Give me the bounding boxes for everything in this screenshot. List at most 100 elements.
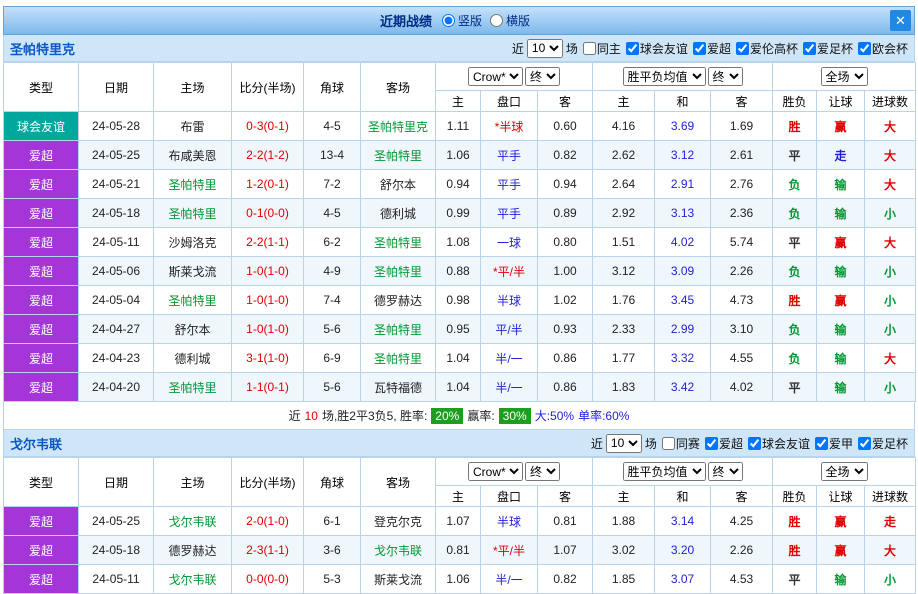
horizontal-radio[interactable]: [490, 14, 503, 27]
league-checkbox[interactable]: [803, 42, 816, 55]
toggle-checkbox[interactable]: [583, 42, 596, 55]
league-filter[interactable]: 球会友谊: [746, 435, 810, 452]
horizontal-layout-option[interactable]: 横版: [490, 12, 530, 29]
euro-away-odds-cell: 3.10: [711, 315, 773, 344]
close-icon[interactable]: ✕: [890, 10, 911, 31]
euro-draw-odds-cell: 3.42: [655, 373, 711, 402]
team-bar: 戈尔韦联近10场同赛爱超球会友谊爱甲爱足杯: [3, 430, 915, 457]
asian-away-odds-cell: 0.80: [538, 228, 593, 257]
cover-rate-badge: 30%: [499, 408, 531, 424]
vertical-layout-option[interactable]: 竖版: [442, 12, 482, 29]
league-filter[interactable]: 爱超: [703, 435, 743, 452]
league-checkbox[interactable]: [626, 42, 639, 55]
scope-select[interactable]: 全场: [821, 462, 868, 481]
euro-home-odds-cell: 2.62: [593, 141, 655, 170]
odds-source-select[interactable]: Crow*: [468, 462, 523, 481]
score-cell: 2-3(1-1): [232, 536, 304, 565]
odds-source-select[interactable]: Crow*: [468, 67, 523, 86]
subheader-handicap: 盘口: [481, 486, 538, 507]
league-checkbox[interactable]: [748, 437, 761, 450]
vertical-radio[interactable]: [442, 14, 455, 27]
away-team-cell: 圣帕特里: [361, 228, 436, 257]
handicap-result-cell: 输: [817, 170, 865, 199]
odds-time-select[interactable]: 终: [525, 462, 560, 481]
subheader-euro-home: 主: [593, 486, 655, 507]
goals-cell: 小: [865, 257, 916, 286]
toggle-filter[interactable]: 同赛: [660, 435, 700, 452]
date-cell: 24-05-28: [79, 112, 154, 141]
league-filter[interactable]: 球会友谊: [624, 40, 688, 57]
corner-cell: 5-3: [304, 565, 361, 594]
handicap-result-cell: 赢: [817, 507, 865, 536]
league-filter[interactable]: 欧会杯: [856, 40, 908, 57]
summary-row: 近10场,胜2平3负5, 胜率:20%赢率:30%大:50%单率:60%: [3, 402, 915, 430]
league-filter[interactable]: 爱甲: [813, 435, 853, 452]
score-cell: 0-1(0-0): [232, 199, 304, 228]
asian-away-odds-cell: 1.00: [538, 257, 593, 286]
league-checkbox[interactable]: [858, 437, 871, 450]
match-count-select[interactable]: 10: [527, 39, 563, 58]
handicap-cell: 平/半: [481, 315, 538, 344]
league-type-cell: 爱超: [4, 257, 79, 286]
header-euro-odds-group: 胜平负均值终: [593, 63, 773, 91]
euro-away-odds-cell: 4.55: [711, 344, 773, 373]
team-section: 戈尔韦联近10场同赛爱超球会友谊爱甲爱足杯类型日期主场比分(半场)角球客场Cro…: [3, 430, 915, 594]
league-filter[interactable]: 爱伦高杯: [734, 40, 798, 57]
match-row: 爱超24-05-25布咸美恩2-2(1-2)13-4圣帕特里1.06平手0.82…: [4, 141, 916, 170]
euro-away-odds-cell: 2.26: [711, 257, 773, 286]
odds-time-select[interactable]: 终: [525, 67, 560, 86]
euro-away-odds-cell: 4.53: [711, 565, 773, 594]
euro-away-odds-cell: 4.73: [711, 286, 773, 315]
away-team-cell: 圣帕特里: [361, 344, 436, 373]
league-filter[interactable]: 爱超: [691, 40, 731, 57]
results-table: 类型日期主场比分(半场)角球客场Crow*终胜平负均值终全场主盘口客主和客胜负让…: [3, 457, 916, 594]
score-cell: 1-2(0-1): [232, 170, 304, 199]
league-filter[interactable]: 爱足杯: [801, 40, 853, 57]
handicap-cell: 半/一: [481, 565, 538, 594]
handicap-cell: *半球: [481, 112, 538, 141]
league-checkbox[interactable]: [736, 42, 749, 55]
summary-text: 场,胜2平3负5, 胜率:: [322, 407, 427, 424]
subheader-asian-away: 客: [538, 486, 593, 507]
away-team-cell: 登克尔克: [361, 507, 436, 536]
match-count-select[interactable]: 10: [606, 434, 642, 453]
home-team-cell: 圣帕特里: [154, 170, 232, 199]
league-type-cell: 爱超: [4, 141, 79, 170]
handicap-cell: 半/一: [481, 373, 538, 402]
handicap-result-cell: 走: [817, 141, 865, 170]
subheader-result: 胜负: [773, 486, 817, 507]
away-team-cell: 戈尔韦联: [361, 536, 436, 565]
euro-home-odds-cell: 3.12: [593, 257, 655, 286]
toggle-filter[interactable]: 同主: [581, 40, 621, 57]
euro-time-select[interactable]: 终: [708, 462, 743, 481]
corner-cell: 6-2: [304, 228, 361, 257]
subheader-euro-draw: 和: [655, 91, 711, 112]
league-type-cell: 球会友谊: [4, 112, 79, 141]
euro-source-select[interactable]: 胜平负均值: [623, 462, 706, 481]
result-cell: 平: [773, 141, 817, 170]
league-checkbox[interactable]: [693, 42, 706, 55]
euro-time-select[interactable]: 终: [708, 67, 743, 86]
scope-select[interactable]: 全场: [821, 67, 868, 86]
date-cell: 24-05-21: [79, 170, 154, 199]
league-checkbox[interactable]: [705, 437, 718, 450]
euro-away-odds-cell: 2.61: [711, 141, 773, 170]
league-checkbox[interactable]: [858, 42, 871, 55]
header-corner: 角球: [304, 458, 361, 507]
match-row: 爱超24-05-18德罗赫达2-3(1-1)3-6戈尔韦联0.81*平/半1.0…: [4, 536, 916, 565]
euro-home-odds-cell: 1.88: [593, 507, 655, 536]
toggle-checkbox[interactable]: [662, 437, 675, 450]
header-score: 比分(半场): [232, 458, 304, 507]
big-rate-text: 大:50%: [535, 407, 574, 424]
score-cell: 2-2(1-1): [232, 228, 304, 257]
euro-home-odds-cell: 1.77: [593, 344, 655, 373]
euro-source-select[interactable]: 胜平负均值: [623, 67, 706, 86]
match-row: 爱超24-05-25戈尔韦联2-0(1-0)6-1登克尔克1.07半球0.811…: [4, 507, 916, 536]
win-rate-badge: 20%: [431, 408, 463, 424]
away-team-cell: 德罗赫达: [361, 286, 436, 315]
league-filter[interactable]: 爱足杯: [856, 435, 908, 452]
asian-home-odds-cell: 0.94: [436, 170, 481, 199]
euro-home-odds-cell: 1.51: [593, 228, 655, 257]
handicap-result-cell: 赢: [817, 286, 865, 315]
league-checkbox[interactable]: [815, 437, 828, 450]
